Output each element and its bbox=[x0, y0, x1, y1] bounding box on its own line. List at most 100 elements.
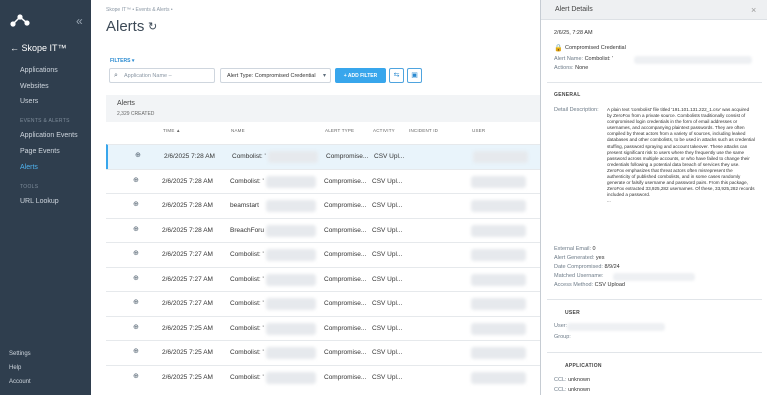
table-row[interactable]: ⊕ 2/6/2025 7:28 AM BreachForu Compromise...… bbox=[106, 217, 540, 243]
table-row[interactable]: ⊕ 2/6/2025 7:28 AM beamstart Compromise... C… bbox=[106, 193, 540, 218]
row-activity: CSV Upl... bbox=[372, 177, 403, 185]
table-row[interactable]: ⊕ 2/6/2025 7:25 AM Combolist: ' Compromise.… bbox=[106, 315, 540, 341]
matched-username-label: Matched Username: bbox=[554, 273, 604, 279]
ccl-value-2: unknown bbox=[568, 387, 591, 393]
sidebar-item-users[interactable]: Users bbox=[20, 98, 38, 105]
alert-name-value: Combolist: ' bbox=[584, 56, 614, 62]
row-time: 2/6/2025 7:25 AM bbox=[162, 373, 213, 381]
redacted-alert-name bbox=[634, 56, 752, 64]
zoom-in-icon[interactable]: ⊕ bbox=[133, 249, 139, 257]
row-alert-type: Compromise... bbox=[324, 324, 367, 332]
brand-label: Skope IT™ bbox=[21, 43, 67, 53]
alert-generated-value: yes bbox=[595, 255, 605, 261]
row-time: 2/6/2025 7:28 AM bbox=[162, 177, 213, 185]
zoom-in-icon[interactable]: ⊕ bbox=[133, 372, 139, 380]
redacted-name bbox=[266, 249, 316, 261]
redacted-name bbox=[266, 224, 316, 237]
zoom-in-icon[interactable]: ⊕ bbox=[135, 151, 141, 159]
column-name[interactable]: NAME bbox=[231, 128, 245, 133]
zoom-in-icon[interactable]: ⊕ bbox=[133, 225, 139, 233]
row-activity: CSV Upl... bbox=[372, 349, 403, 356]
table-row[interactable]: ⊕ 2/6/2025 7:28 AM Combolist: ' Compromise.… bbox=[106, 144, 540, 169]
zoom-in-icon[interactable]: ⊕ bbox=[133, 323, 139, 331]
zoom-in-icon[interactable]: ⊕ bbox=[133, 298, 139, 306]
row-time: 2/6/2025 7:27 AM bbox=[162, 300, 213, 307]
row-name: BreachForu bbox=[230, 226, 264, 234]
sidebar-help[interactable]: Help bbox=[9, 365, 21, 371]
redacted-name bbox=[266, 200, 316, 212]
row-activity: CSV Upl... bbox=[372, 251, 403, 258]
table-row[interactable]: ⊕ 2/6/2025 7:27 AM Combolist: ' Compromise.… bbox=[106, 242, 540, 267]
add-filter-button[interactable]: + ADD FILTER bbox=[335, 68, 386, 83]
row-name: beamstart bbox=[230, 202, 259, 209]
sidebar-settings[interactable]: Settings bbox=[9, 351, 31, 357]
redacted-user bbox=[471, 224, 526, 237]
main-content: Skope IT™ • Events & Alerts • Alerts ↻ F… bbox=[91, 0, 540, 395]
table-row[interactable]: ⊕ 2/6/2025 7:25 AM Combolist: ' Compromise.… bbox=[106, 340, 540, 365]
table-row[interactable]: ⊕ 2/6/2025 7:27 AM Combolist: ' Compromise.… bbox=[106, 291, 540, 316]
matched-username-row: Matched Username: bbox=[554, 273, 604, 279]
collapse-sidebar-icon[interactable]: « bbox=[76, 14, 83, 28]
zoom-in-icon[interactable]: ⊕ bbox=[133, 274, 139, 282]
row-name: Combolist: ' bbox=[230, 177, 264, 185]
sidebar-item-applications[interactable]: Applications bbox=[20, 67, 58, 74]
filters-toggle[interactable]: FILTERS ▾ bbox=[110, 58, 134, 64]
redacted-name bbox=[266, 322, 316, 335]
section-application: APPLICATION bbox=[565, 363, 602, 369]
redacted-user bbox=[471, 347, 526, 359]
sidebar-item-alerts[interactable]: Alerts bbox=[20, 164, 38, 171]
table-row[interactable]: ⊕ 2/6/2025 7:25 AM Combolist: ' Compromise.… bbox=[106, 364, 540, 390]
redacted-name bbox=[268, 151, 318, 163]
ccl-row: CCL: unknown bbox=[554, 377, 590, 383]
alert-details-panel: Alert Details × 2/6/25, 7:28 AM 🔒 Compro… bbox=[540, 0, 767, 395]
redacted-user bbox=[471, 249, 526, 261]
filter-settings-button[interactable]: ⇆ bbox=[389, 68, 404, 83]
row-alert-type: Compromise... bbox=[324, 251, 367, 258]
section-events-alerts: EVENTS & ALERTS bbox=[20, 118, 70, 124]
refresh-icon[interactable]: ↻ bbox=[148, 20, 157, 33]
row-alert-type: Compromise... bbox=[324, 373, 367, 381]
sidebar-account[interactable]: Account bbox=[9, 379, 31, 385]
detail-description-ellipsis[interactable]: ... bbox=[607, 198, 611, 203]
zoom-in-icon[interactable]: ⊕ bbox=[133, 200, 139, 208]
column-user[interactable]: USER bbox=[472, 128, 485, 133]
user-label: User: bbox=[554, 323, 568, 329]
sidebar-item-page-events[interactable]: Page Events bbox=[20, 148, 60, 155]
breadcrumb[interactable]: Skope IT™ • Events & Alerts • bbox=[106, 7, 173, 13]
actions-label: Actions: bbox=[554, 65, 574, 71]
application-name-filter[interactable]: ⌕ Application Name – bbox=[109, 68, 215, 83]
panel-title: Alert Details bbox=[555, 6, 593, 13]
app-logo-icon[interactable] bbox=[9, 12, 31, 28]
external-email-label: External Email: bbox=[554, 246, 591, 252]
sidebar-item-application-events[interactable]: Application Events bbox=[20, 132, 78, 139]
divider bbox=[547, 82, 762, 83]
sidebar-item-websites[interactable]: Websites bbox=[20, 83, 49, 90]
table-row[interactable]: ⊕ 2/6/2025 7:28 AM Combolist: ' Compromise.… bbox=[106, 168, 540, 194]
column-alert-type[interactable]: ALERT TYPE bbox=[325, 128, 354, 133]
column-time[interactable]: TIME ▲ bbox=[163, 128, 181, 133]
row-time: 2/6/2025 7:28 AM bbox=[162, 202, 213, 209]
row-name: Combolist: ' bbox=[232, 153, 266, 160]
row-alert-type: Compromise... bbox=[324, 177, 367, 185]
row-name: Combolist: ' bbox=[230, 300, 264, 307]
row-name: Combolist: ' bbox=[230, 373, 264, 381]
row-activity: CSV Upl... bbox=[372, 275, 403, 283]
save-filter-button[interactable]: ▣ bbox=[407, 68, 422, 83]
row-time: 2/6/2025 7:28 AM bbox=[162, 226, 213, 234]
redacted-user bbox=[471, 273, 526, 286]
actions-value: None bbox=[575, 65, 589, 71]
table-row[interactable]: ⊕ 2/6/2025 7:27 AM Combolist: ' Compromise.… bbox=[106, 266, 540, 292]
row-alert-type: Compromise... bbox=[324, 275, 367, 283]
column-incident-id[interactable]: INCIDENT ID bbox=[409, 128, 438, 133]
sidebar-item-url-lookup[interactable]: URL Lookup bbox=[20, 198, 59, 205]
alert-type-filter[interactable]: Alert Type: Compromised Credential ▾ bbox=[220, 68, 331, 83]
zoom-in-icon[interactable]: ⊕ bbox=[133, 347, 139, 355]
row-activity: CSV Upl... bbox=[372, 373, 403, 381]
close-icon[interactable]: × bbox=[751, 5, 756, 15]
column-activity[interactable]: ACTIVITY bbox=[373, 128, 395, 133]
redacted-username bbox=[613, 273, 695, 281]
product-back-link[interactable]: ← Skope IT™ bbox=[10, 43, 67, 53]
redacted-name bbox=[266, 298, 316, 310]
zoom-in-icon[interactable]: ⊕ bbox=[133, 176, 139, 184]
ccl-row-2: CCL: unknown bbox=[554, 387, 590, 393]
